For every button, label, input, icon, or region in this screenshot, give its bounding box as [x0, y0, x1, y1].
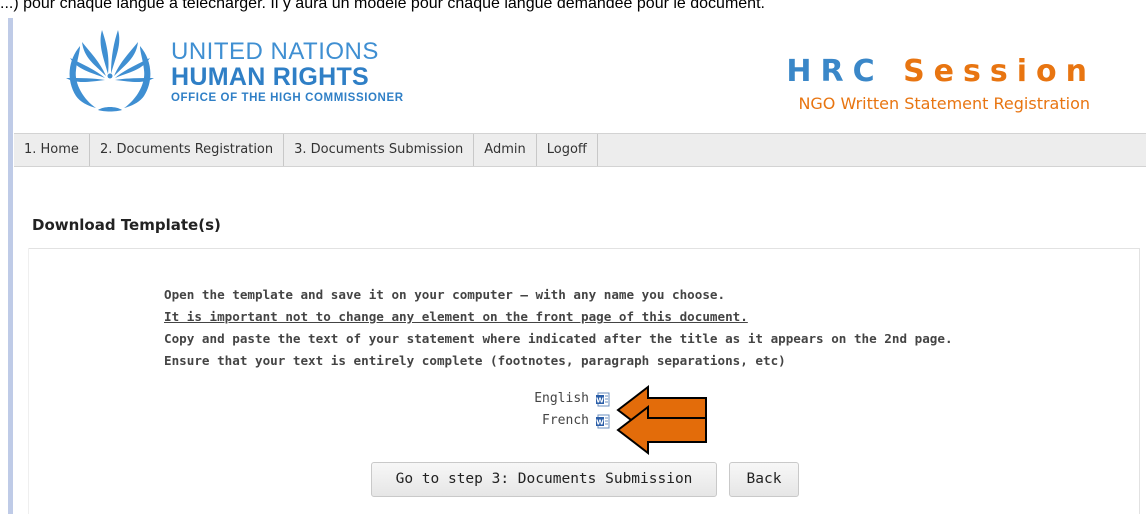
instruction-line: Open the template and save it on your co…	[164, 287, 726, 302]
go-to-step3-button[interactable]: Go to step 3: Documents Submission	[371, 462, 717, 497]
logo-human-rights: HUMAN RIGHTS	[171, 63, 370, 91]
nav-home[interactable]: 1. Home	[14, 134, 90, 166]
page-caption: ...) pour chaque langue à télécharger. I…	[0, 0, 765, 12]
instructions-block: Open the template and save it on your co…	[164, 284, 1064, 372]
instruction-line: Copy and paste the text of your statemen…	[164, 331, 953, 346]
logo-ohchr: OFFICE OF THE HIGH COMMISSIONER	[171, 92, 404, 104]
instruction-line: Ensure that your text is entirely comple…	[164, 353, 786, 368]
site-header: UNITED NATIONS HUMAN RIGHTS OFFICE OF TH…	[14, 18, 1146, 133]
download-english[interactable]: English W	[480, 388, 610, 410]
content-border-left	[28, 248, 29, 514]
word-document-icon[interactable]: W	[595, 392, 610, 407]
app-title-part2: Session	[903, 54, 1096, 89]
logo-united-nations: UNITED NATIONS	[171, 38, 379, 65]
app-subtitle: NGO Written Statement Registration	[798, 94, 1090, 113]
template-downloads: English W French W	[480, 388, 610, 432]
content-border-right	[1139, 248, 1140, 514]
svg-text:W: W	[596, 418, 604, 426]
app-title-part1: HRC	[786, 54, 904, 89]
un-emblem-logo	[66, 30, 154, 112]
section-divider	[28, 248, 1140, 249]
download-english-label[interactable]: English	[534, 388, 589, 410]
section-title: Download Template(s)	[32, 216, 221, 234]
nav-documents-registration[interactable]: 2. Documents Registration	[90, 134, 285, 166]
nav-admin[interactable]: Admin	[474, 134, 537, 166]
download-french-label[interactable]: French	[542, 410, 589, 432]
back-button[interactable]: Back	[729, 462, 799, 497]
left-border	[8, 18, 13, 514]
app-title: HRC Session	[786, 56, 1096, 88]
annotation-arrow-french	[616, 405, 707, 455]
main-nav: 1. Home 2. Documents Registration 3. Doc…	[14, 133, 1146, 167]
un-logo-text: UNITED NATIONS HUMAN RIGHTS OFFICE OF TH…	[171, 40, 404, 106]
download-french[interactable]: French W	[480, 410, 610, 432]
nav-logoff[interactable]: Logoff	[537, 134, 598, 166]
instruction-warning: It is important not to change any elemen…	[164, 309, 748, 324]
nav-documents-submission[interactable]: 3. Documents Submission	[284, 134, 475, 166]
word-document-icon[interactable]: W	[595, 414, 610, 429]
svg-text:W: W	[596, 396, 604, 404]
